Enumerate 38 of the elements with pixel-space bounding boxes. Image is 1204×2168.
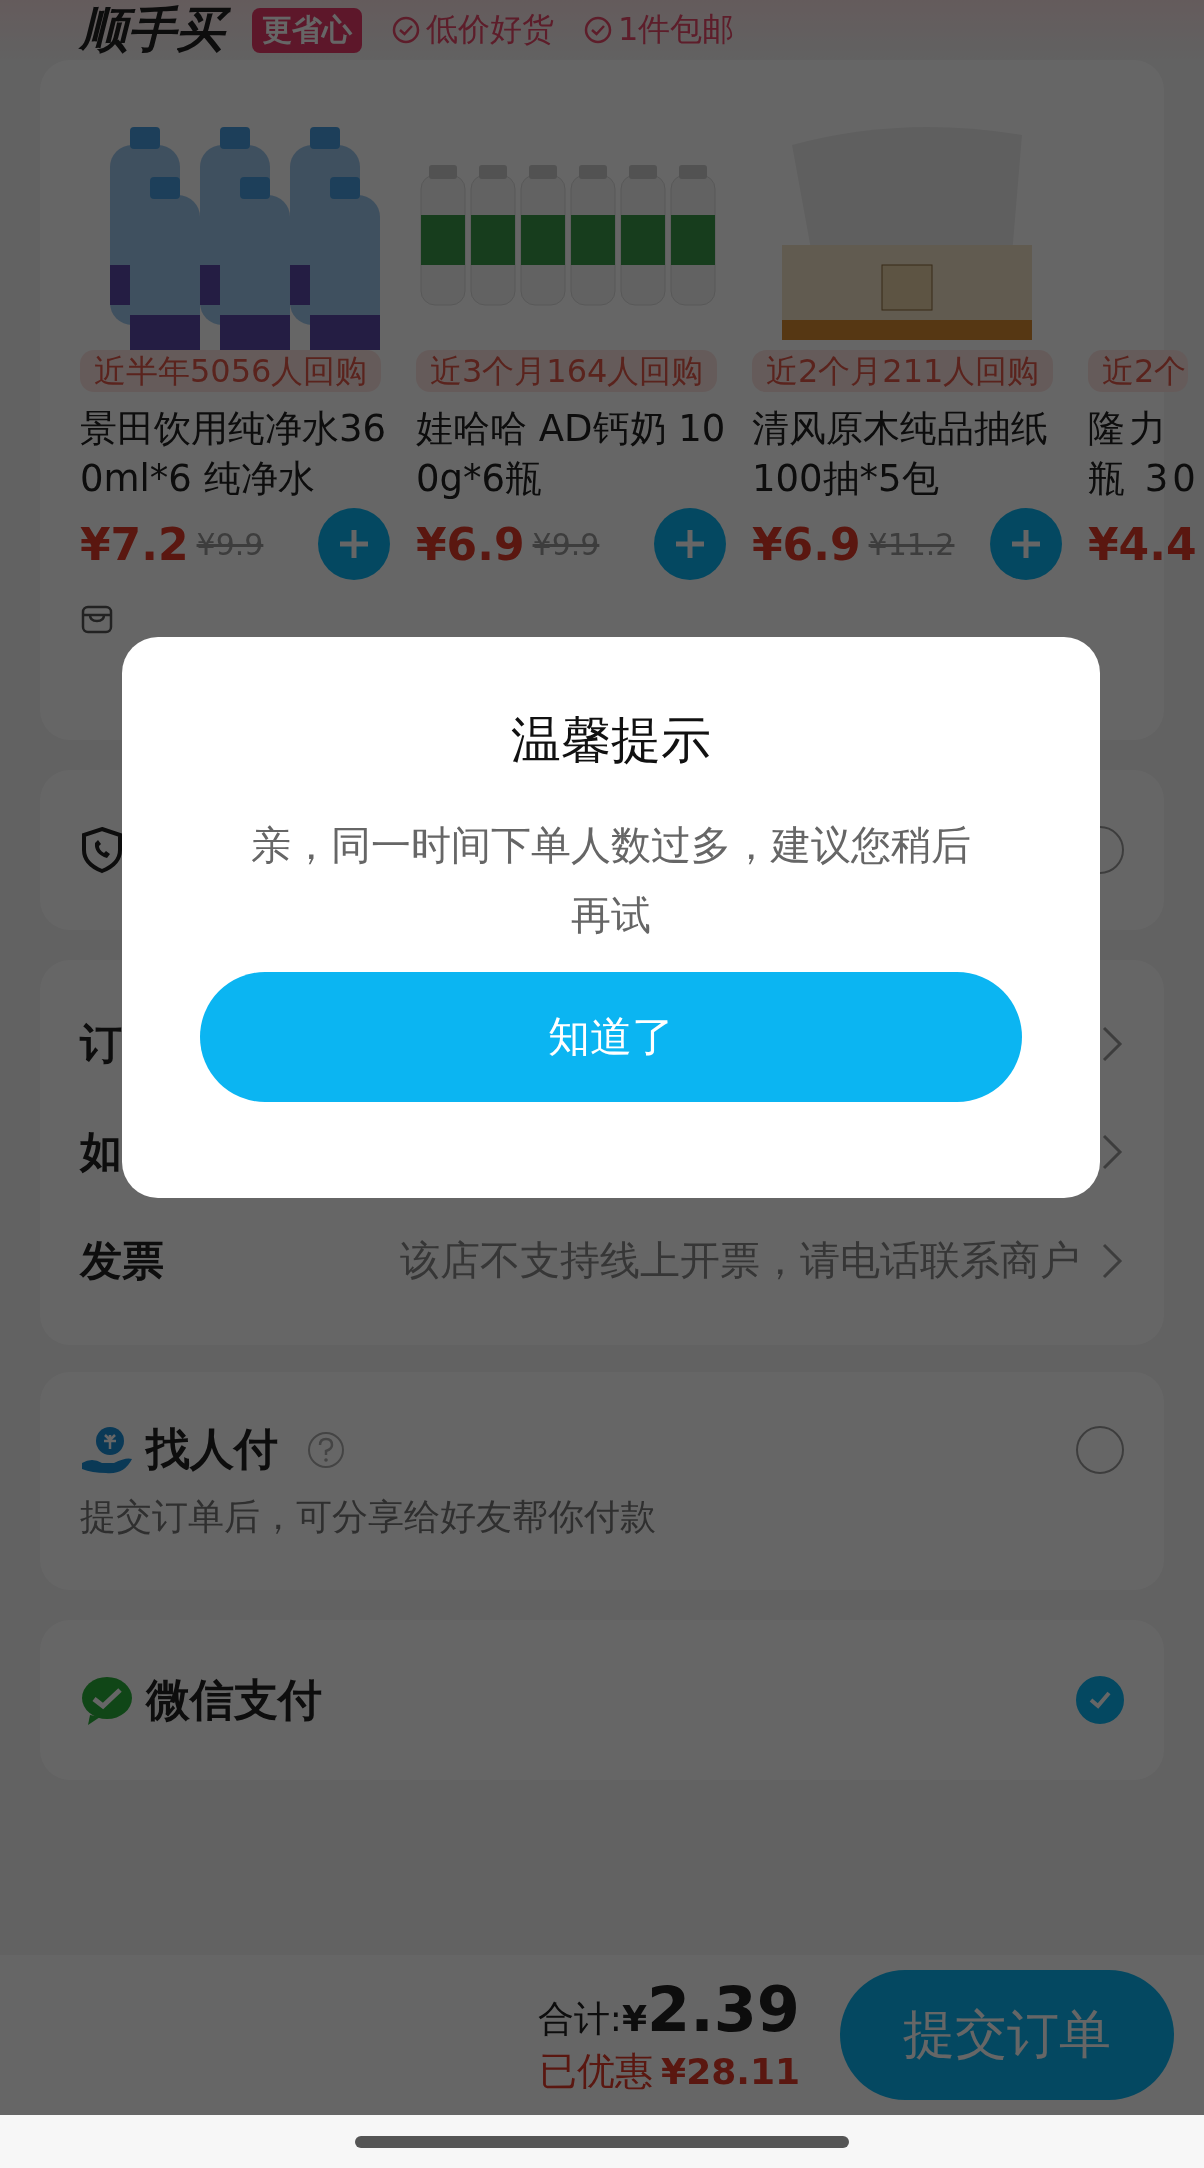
product-name[interactable]: 娃哈哈 AD钙奶 100g*6瓶 — [416, 404, 726, 505]
feature-label: 低价好货 — [426, 9, 554, 50]
confirm-button[interactable]: 知道了 — [200, 972, 1022, 1102]
repurchase-badge: 近2个 — [1088, 350, 1189, 393]
payment-title: 找人付 — [146, 1422, 278, 1476]
repurchase-badge: 近2个月211人回购 — [752, 350, 1054, 393]
check-circle-icon — [392, 16, 420, 44]
row-label: 发票 — [80, 1234, 164, 1287]
radio-button[interactable] — [1076, 1425, 1124, 1474]
product-price: ¥6.9 — [752, 518, 861, 570]
dialog-title: 温馨提示 — [511, 710, 711, 771]
dialog-message: 亲，同一时间下单人数过多，建议您稍后再试 — [250, 821, 972, 940]
product-name[interactable]: 清风原木纯品抽纸 100抽*5包 — [752, 404, 1062, 505]
check-circle-icon — [584, 16, 612, 44]
submit-order-button[interactable]: 提交订单 — [840, 1970, 1174, 2100]
discount-amount: ¥28.11 — [661, 2051, 800, 2092]
row-label: 订 — [80, 1018, 122, 1071]
shield-phone-icon — [80, 826, 124, 874]
currency-symbol: ¥ — [621, 1998, 647, 2039]
product-price: ¥4.4 — [1088, 518, 1197, 570]
row-label: 如 — [80, 1126, 122, 1179]
total-label: 合计: — [537, 1997, 622, 2041]
section-title: 顺手买 — [80, 1, 234, 59]
repurchase-badge: 近半年5056人回购 — [80, 350, 382, 393]
discount-label: 已优惠 — [539, 2048, 654, 2095]
promo-badge: 更省心 — [252, 7, 362, 53]
repurchase-badge: 近3个月164人回购 — [416, 350, 718, 393]
product-name[interactable]: 隆力瓶 30 — [1088, 404, 1204, 505]
radio-button[interactable] — [1076, 1676, 1124, 1724]
total-amount: 2.39 — [647, 1973, 800, 2046]
payment-option-card[interactable]: 微信支付 — [40, 1620, 1164, 1780]
payment-title: 微信支付 — [146, 1672, 322, 1727]
product-price: ¥7.2 — [80, 518, 189, 570]
home-indicator[interactable] — [355, 2135, 849, 2148]
feature-label: 1件包邮 — [618, 9, 735, 50]
product-name[interactable]: 景田饮用纯净水360ml*6 纯净水 — [80, 404, 390, 505]
product-price: ¥6.9 — [416, 518, 525, 570]
help-icon[interactable] — [306, 1429, 346, 1470]
